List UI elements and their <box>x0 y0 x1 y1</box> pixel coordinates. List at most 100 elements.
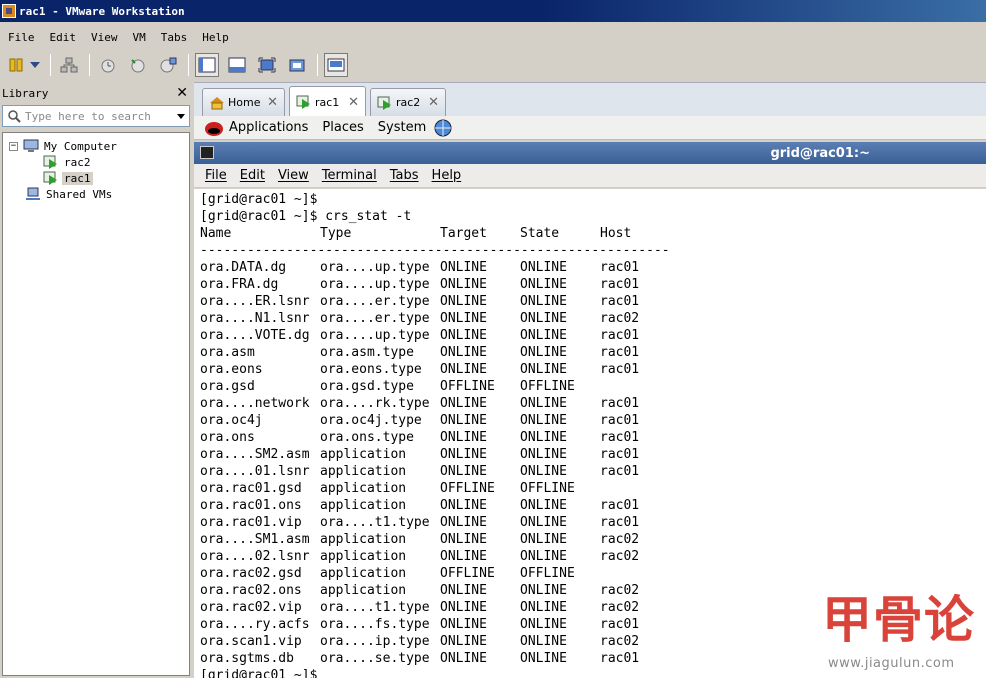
cell-name: ora.DATA.dg <box>200 260 287 275</box>
toolbar-divider <box>50 54 51 76</box>
terminal-menu-file[interactable]: File <box>205 168 227 183</box>
cell-state: ONLINE <box>520 294 567 309</box>
terminal-menu-view[interactable]: View <box>278 168 309 183</box>
terminal-menu-edit[interactable]: Edit <box>240 168 265 183</box>
library-tree: − My Computer rac2 rac1 Shared VMs <box>2 132 190 676</box>
library-search-box[interactable]: Type here to search <box>2 105 190 127</box>
full-screen-icon[interactable] <box>255 53 279 77</box>
menu-file[interactable]: File <box>0 31 42 44</box>
console-view-icon[interactable] <box>195 53 219 77</box>
revert-snapshot-icon[interactable] <box>126 53 150 77</box>
cell-target: ONLINE <box>440 294 487 309</box>
close-icon[interactable]: ✕ <box>428 95 439 110</box>
tab-rac2[interactable]: rac2 ✕ <box>370 88 446 116</box>
cell-type: application <box>320 481 407 496</box>
quick-switch-icon[interactable] <box>225 53 249 77</box>
cell-target: ONLINE <box>440 515 487 530</box>
table-row: ora.scan1.vip ora....ip.type ONLINE ONLINE r… <box>200 633 680 650</box>
vmware-app-icon <box>2 4 16 18</box>
snapshot-manager-icon[interactable] <box>156 53 180 77</box>
network-status-icon[interactable] <box>432 118 454 138</box>
panel-menu-places[interactable]: Places <box>322 120 363 135</box>
terminal-line-prompt-end: [grid@rac01 ~]$ <box>200 668 318 678</box>
window-titlebar: rac1 - VMware Workstation <box>0 0 986 22</box>
header-target: Target <box>440 226 487 241</box>
menu-help[interactable]: Help <box>194 31 236 44</box>
unity-icon[interactable] <box>285 53 309 77</box>
close-icon[interactable]: ✕ <box>267 95 278 110</box>
cell-name: ora.scan1.vip <box>200 634 302 649</box>
search-input[interactable]: Type here to search <box>25 110 177 123</box>
main-toolbar <box>0 50 986 80</box>
cell-state: OFFLINE <box>520 566 575 581</box>
cell-target: ONLINE <box>440 498 487 513</box>
cell-host: rac01 <box>600 260 640 275</box>
cell-type: ora....er.type <box>320 311 430 326</box>
cell-name: ora.gsd <box>200 379 255 394</box>
terminal-icon <box>200 146 214 159</box>
terminal-text: [grid@rac01 ~]$ [grid@rac01 ~]$ crs_stat … <box>200 191 680 678</box>
tree-item-rac2[interactable]: rac2 <box>43 154 93 170</box>
close-icon[interactable]: ✕ <box>348 95 359 110</box>
table-row: ora....ry.acfs ora....fs.type ONLINE ONLINE… <box>200 616 680 633</box>
terminal-menu-help[interactable]: Help <box>432 168 462 183</box>
cell-state: ONLINE <box>520 362 567 377</box>
table-row: ora....network ora....rk.type ONLINE ONLINE… <box>200 395 680 412</box>
toolbar-divider <box>89 54 90 76</box>
tree-label-my-computer: My Computer <box>44 139 117 153</box>
library-close-icon[interactable]: ✕ <box>176 85 188 101</box>
terminal-menu-tabs[interactable]: Tabs <box>390 168 419 183</box>
panel-menu-system[interactable]: System <box>378 120 426 135</box>
cell-name: ora....N1.lsnr <box>200 311 310 326</box>
toolbar-divider <box>317 54 318 76</box>
cell-host: rac01 <box>600 464 640 479</box>
tree-item-shared-vms[interactable]: Shared VMs <box>25 186 114 202</box>
tab-home[interactable]: Home ✕ <box>202 88 285 116</box>
snapshot-icon[interactable] <box>96 53 120 77</box>
table-row: ora....02.lsnr application ONLINE ONLINE rac… <box>200 548 680 565</box>
cell-name: ora....01.lsnr <box>200 464 310 479</box>
cell-state: ONLINE <box>520 498 567 513</box>
cell-name: ora.sgtms.db <box>200 651 294 666</box>
redhat-icon[interactable] <box>204 119 224 137</box>
cell-host: rac01 <box>600 430 640 445</box>
library-pane: Library ✕ Type here to search − My Compu… <box>0 82 192 678</box>
cell-host: rac01 <box>600 413 640 428</box>
menu-view[interactable]: View <box>83 31 125 44</box>
main-menubar: File Edit View VM Tabs Help <box>0 27 236 47</box>
cell-host: rac01 <box>600 294 640 309</box>
header-name: Name <box>200 226 232 241</box>
cell-state: ONLINE <box>520 515 567 530</box>
dropdown-arrow-icon[interactable] <box>28 53 42 77</box>
cell-name: ora.asm <box>200 345 255 360</box>
cell-name: ora.ons <box>200 430 255 445</box>
search-icon <box>8 110 21 123</box>
cell-host: rac02 <box>600 600 640 615</box>
tree-label-shared-vms: Shared VMs <box>46 187 113 201</box>
header-state: State <box>520 226 560 241</box>
terminal-menu-terminal[interactable]: Terminal <box>322 168 377 183</box>
cell-name: ora.rac02.gsd <box>200 566 302 581</box>
menu-vm[interactable]: VM <box>125 31 153 44</box>
tree-item-rac1[interactable]: rac1 <box>43 170 93 186</box>
tab-label: Home <box>228 96 261 109</box>
cell-state: ONLINE <box>520 277 567 292</box>
menu-edit[interactable]: Edit <box>42 31 84 44</box>
collapse-icon[interactable]: − <box>9 141 18 151</box>
thumbnail-bar-icon[interactable] <box>324 53 348 77</box>
table-row: ora.DATA.dg ora....up.type ONLINE ONLINE rac… <box>200 259 680 276</box>
menu-tabs[interactable]: Tabs <box>153 31 195 44</box>
chevron-down-icon[interactable] <box>177 113 185 119</box>
panel-menu-applications[interactable]: Applications <box>229 120 308 135</box>
tab-rac1[interactable]: rac1 ✕ <box>289 86 366 117</box>
network-icon[interactable] <box>57 53 81 77</box>
vm-running-icon <box>43 155 57 169</box>
cell-name: ora.oc4j <box>200 413 263 428</box>
shared-vms-icon <box>26 187 40 200</box>
cell-name: ora.rac01.vip <box>200 515 302 530</box>
window-title: rac1 - VMware Workstation <box>19 4 185 18</box>
pause-icon[interactable] <box>4 53 28 77</box>
tree-item-my-computer[interactable]: − My Computer <box>9 138 119 154</box>
cell-target: OFFLINE <box>440 566 495 581</box>
tab-label: rac1 <box>315 95 340 109</box>
